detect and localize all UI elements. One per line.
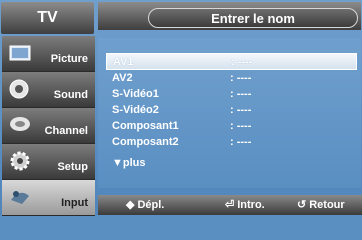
sidebar-item-label: Setup [57, 161, 88, 173]
list-item[interactable]: Composant2 : ---- [106, 134, 355, 149]
list-item[interactable]: AV1 : ---- [106, 53, 357, 70]
return-icon: ↺ [297, 199, 307, 211]
input-value: : ---- [231, 55, 253, 68]
footer-bar: ◆ Dépl. ⏎ Intro. ↺ Retour [98, 195, 362, 215]
title-bar: Entrer le nom [98, 2, 361, 30]
more-button[interactable]: ▼plus [112, 157, 146, 169]
setup-icon [10, 151, 30, 171]
input-value: : ---- [230, 119, 252, 132]
list-item[interactable]: S-Vidéo2 : ---- [106, 102, 355, 117]
list-item[interactable]: Composant1 : ---- [106, 118, 355, 133]
input-name: AV2 [112, 71, 133, 84]
sidebar-item-channel[interactable]: Channel [2, 108, 95, 144]
return-label: Retour [309, 198, 345, 211]
move-icon: ◆ [126, 199, 135, 211]
sidebar-item-label: Picture [50, 53, 88, 65]
return-hint: ↺ Retour [297, 198, 345, 212]
input-name: S-Vidéo2 [112, 103, 159, 116]
sidebar-item-picture[interactable]: Picture [2, 36, 95, 72]
input-name: AV1 [113, 55, 134, 68]
move-label: Dépl. [137, 198, 165, 211]
move-hint: ◆ Dépl. [126, 198, 165, 212]
input-value: : ---- [230, 135, 252, 148]
input-name: S-Vidéo1 [112, 87, 159, 100]
input-icon [11, 191, 29, 204]
input-name: Composant2 [112, 135, 179, 148]
page-title: Entrer le nom [148, 8, 358, 28]
input-value: : ---- [230, 103, 252, 116]
sidebar-item-label: Sound [53, 89, 88, 101]
enter-icon: ⏎ [225, 199, 235, 211]
picture-icon [9, 45, 31, 61]
input-name: Composant1 [112, 119, 179, 132]
sidebar-item-setup[interactable]: Setup [2, 144, 95, 180]
sidebar-item-sound[interactable]: Sound [2, 72, 95, 108]
sound-icon [9, 79, 29, 99]
channel-icon [10, 117, 30, 131]
input-value: : ---- [230, 87, 252, 100]
sidebar-item-label: Input [61, 197, 88, 209]
input-value: : ---- [230, 71, 252, 84]
enter-label: Intro. [237, 198, 265, 211]
sidebar-item-input[interactable]: Input [2, 180, 95, 216]
list-item[interactable]: S-Vidéo1 : ---- [106, 86, 355, 101]
list-item[interactable]: AV2 : ---- [106, 70, 355, 85]
enter-hint: ⏎ Intro. [225, 198, 265, 212]
menu-title: TV [1, 2, 94, 34]
sidebar-item-label: Channel [44, 125, 88, 137]
